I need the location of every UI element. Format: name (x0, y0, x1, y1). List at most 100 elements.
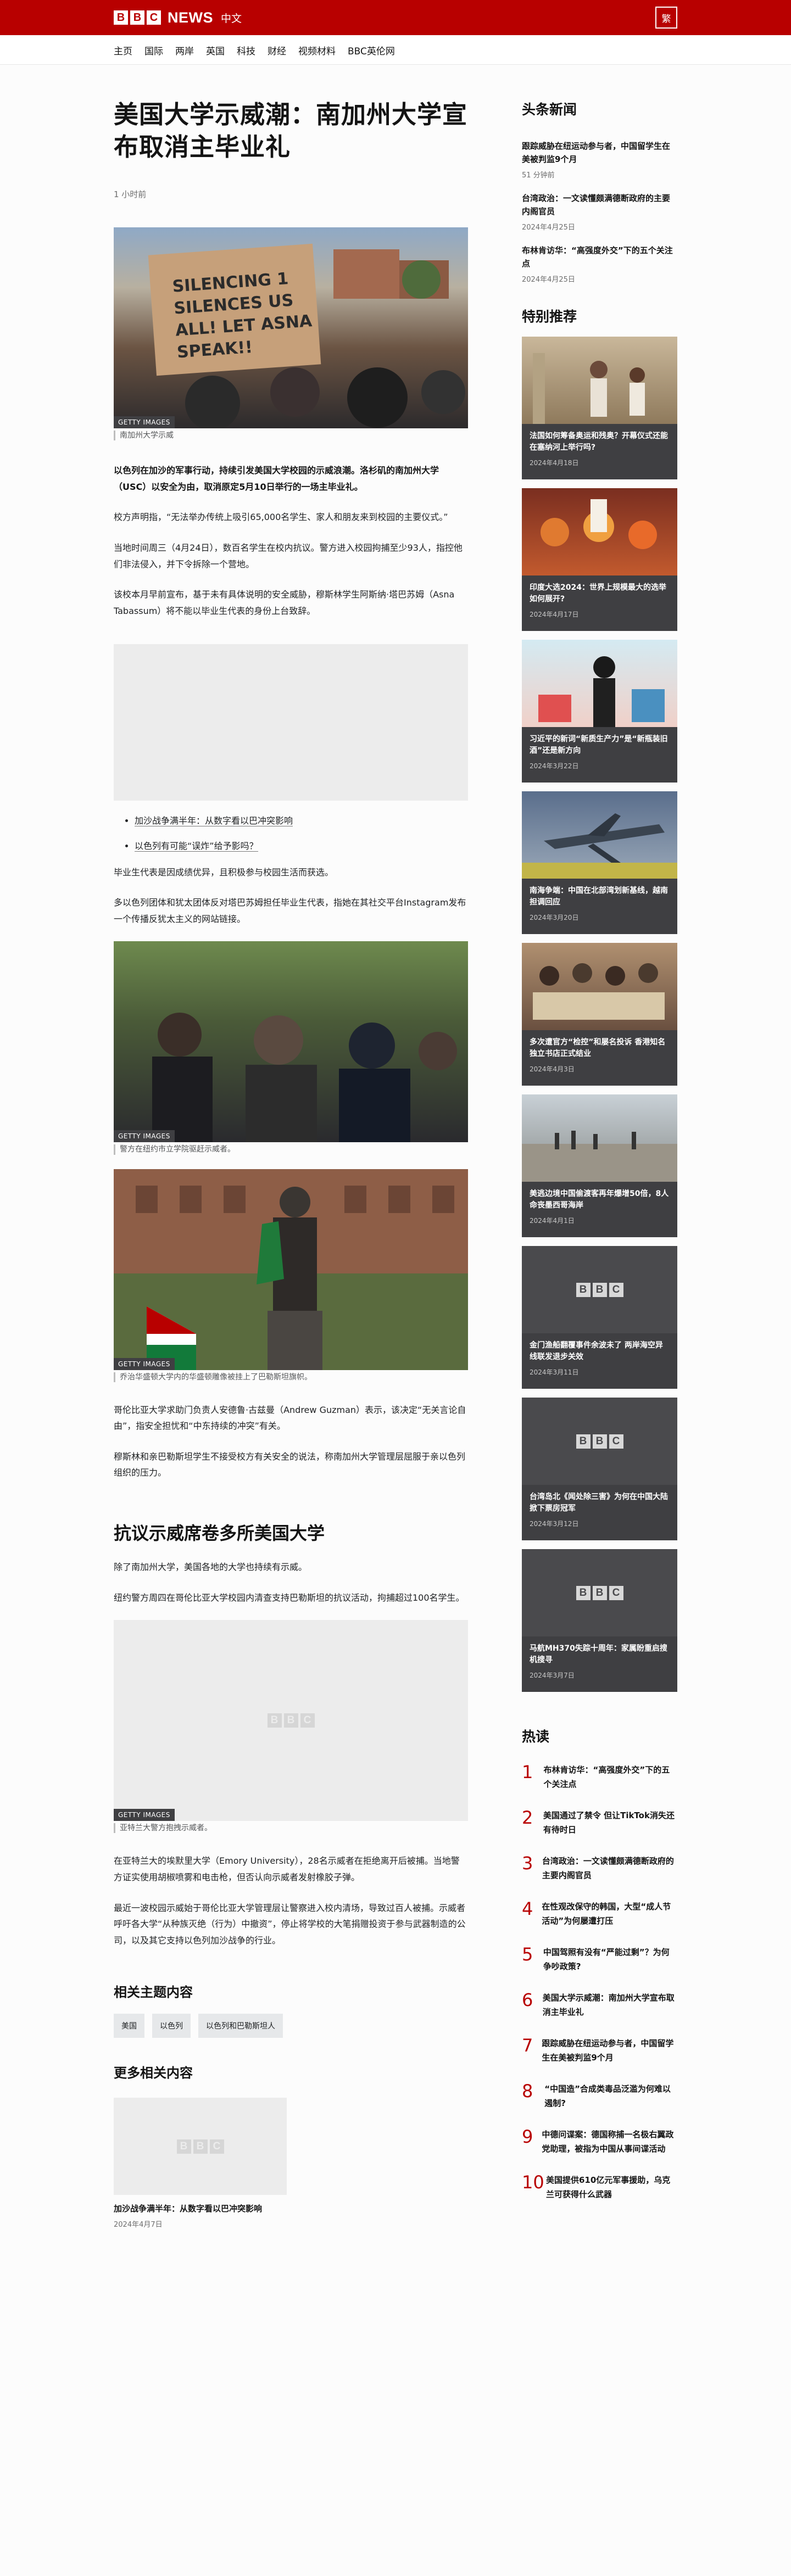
related-link-item[interactable]: 加沙战争满半年：从数字看以巴冲突影响 (135, 814, 468, 828)
nav-item-tech[interactable]: 科技 (237, 43, 255, 57)
feature-date: 2024年3月7日 (530, 1672, 575, 1679)
most-read-title[interactable]: 中德问谍案：德国称捕一名极右翼政党助理，被指为中国从事间谍活动 (542, 2128, 677, 2156)
most-read-title[interactable]: 中国驾照有没有“严能过剩”？为何争吵政策? (543, 1946, 677, 1974)
feature-title[interactable]: 多次遭官方“检控”和屡名投诉 香港知名独立书店正式结业 (530, 1037, 670, 1060)
feature-title[interactable]: 南海争端：中国在北部湾划新基线，越南担调回应 (530, 885, 670, 908)
more-content-card[interactable]: BBC 加沙战争满半年：从数字看以巴冲突影响 2024年4月7日 (114, 2098, 287, 2229)
bbc-news-logo[interactable]: B B C NEWS 中文 (114, 9, 242, 26)
image-caption: 亚特兰大警方抱拽示威者。 (114, 1823, 468, 1834)
logo-news-text: NEWS (168, 9, 213, 26)
article-image-3: GETTY IMAGES 乔治华盛顿大学内的华盛顿雕像被挂上了巴勒斯坦旗帜。 (114, 1169, 468, 1382)
most-read-title[interactable]: 在性观改保守的韩国，大型“成人节活动”为何屡遭打压 (542, 1900, 677, 1928)
most-read-item[interactable]: 9 中德问谍案：德国称捕一名极右翼政党助理，被指为中国从事间谍活动 (522, 2128, 677, 2156)
most-read-item[interactable]: 8 “中国造”合成类毒品泛滥为何难以遏制? (522, 2082, 677, 2110)
logo-language-text: 中文 (221, 12, 242, 25)
most-read-title[interactable]: 美国提供610亿元军事援助，乌克兰可获得什么武器 (546, 2173, 677, 2201)
article-image-2: GETTY IMAGES 警方在纽约市立学院驱赶示威者。 (114, 941, 468, 1155)
features-list: 法国如何筹备奥运和残奥？开幕仪式还能在塞纳河上举行吗? 2024年4月18日 印… (522, 337, 677, 1692)
topic-tag[interactable]: 美国 (114, 2014, 144, 2038)
top-story-item[interactable]: 布林肯访华：“高强度外交”下的五个关注点 2024年4月25日 (522, 244, 677, 284)
most-read-item[interactable]: 4 在性观改保守的韩国，大型“成人节活动”为何屡遭打压 (522, 1900, 677, 1928)
feature-title[interactable]: 金门渔船翻覆事件余波未了 两岸海空异线联发退步关效 (530, 1340, 670, 1363)
nav-item-uk[interactable]: 英国 (206, 43, 225, 57)
feature-card[interactable]: 美逃边境中国偷渡客再年爆增50倍，8人命丧墨西哥海岸 2024年4月1日 (522, 1094, 677, 1237)
most-read-item[interactable]: 10 美国提供610亿元军事援助，乌克兰可获得什么武器 (522, 2173, 677, 2201)
most-read-item[interactable]: 7 跟踪威胁在纽运动参与者，中国留学生在美被判监9个月 (522, 2037, 677, 2065)
most-read-item[interactable]: 6 美国大学示威潮：南加州大学宣布取消主毕业礼 (522, 1991, 677, 2019)
card-date: 2024年4月7日 (114, 2220, 163, 2229)
most-read-title[interactable]: 台湾政治：一文读懂颇满德断政府的主要内阁官员 (542, 1854, 677, 1882)
traditional-chinese-toggle-button[interactable]: 繁 (655, 7, 677, 29)
topic-tag[interactable]: 以色列 (152, 2014, 191, 2038)
nav-item-world[interactable]: 国际 (144, 43, 163, 57)
feature-title[interactable]: 法国如何筹备奥运和残奥？开幕仪式还能在塞纳河上举行吗? (530, 431, 670, 454)
top-story-date: 2024年4月25日 (522, 223, 575, 232)
most-read-item[interactable]: 3 台湾政治：一文读懂颇满德断政府的主要内阁官员 (522, 1854, 677, 1882)
feature-title[interactable]: 马航MH370失踪十周年：家属盼重启搜机搜寻 (530, 1643, 670, 1666)
most-read-item[interactable]: 2 美国通过了禁令 但让TikTok消失还有待时日 (522, 1809, 677, 1837)
feature-image (522, 337, 677, 424)
nav-item-cross-strait[interactable]: 两岸 (175, 43, 194, 57)
top-story-title[interactable]: 跟踪威胁在纽运动参与者，中国留学生在美被判监9个月 (522, 139, 677, 166)
feature-title[interactable]: 印度大选2024：世界上规模最大的选举如何展开? (530, 582, 670, 605)
police-photo (152, 1013, 457, 1143)
article-paragraph: 最近一波校园示威始于哥伦比亚大学管理层让警察进入校内清场，导致过百人被捕。示威者… (114, 1902, 466, 1946)
feature-card[interactable]: BBC 马航MH370失踪十周年：家属盼重启搜机搜寻 2024年3月7日 (522, 1549, 677, 1692)
feature-title[interactable]: 台湾岛北《闻处除三害》为何在中国大陆掀下票房冠军 (530, 1491, 670, 1515)
nav-item-video[interactable]: 视频材料 (298, 43, 336, 57)
top-story-title[interactable]: 台湾政治：一文读懂颇满德断政府的主要内阁官员 (522, 192, 677, 218)
rank-number: 7 (522, 2035, 533, 2056)
feature-card[interactable]: 多次遭官方“检控”和屡名投诉 香港知名独立书店正式结业 2024年4月3日 (522, 943, 677, 1086)
most-read-item[interactable]: 1 布林肯访华：“高强度外交”下的五个关注点 (522, 1763, 677, 1791)
most-read-title[interactable]: 跟踪威胁在纽运动参与者，中国留学生在美被判监9个月 (542, 2037, 677, 2065)
related-link-text[interactable]: 以色列有可能“误炸”给予影吗？ (135, 840, 258, 852)
most-read-title[interactable]: 美国通过了禁令 但让TikTok消失还有待时日 (543, 1809, 677, 1837)
nav-item-bbc-uk[interactable]: BBC英伦网 (348, 43, 395, 57)
related-link-item[interactable]: 以色列有可能“误炸”给予影吗？ (135, 839, 468, 853)
image-credit: GETTY IMAGES (114, 1130, 175, 1143)
image-caption: 警方在纽约市立学院驱赶示威者。 (114, 1144, 468, 1155)
image-credit: GETTY IMAGES (114, 1357, 175, 1370)
article: 美国大学示威潮：南加州大学宣布取消主毕业礼 1 小时前 SILENCING 1 … (114, 87, 468, 2229)
topic-tag[interactable]: 以色列和巴勒斯坦人 (198, 2014, 283, 2038)
feature-date: 2024年3月20日 (530, 914, 579, 921)
topic-tags: 美国 以色列 以色列和巴勒斯坦人 (114, 2014, 468, 2038)
top-story-item[interactable]: 跟踪威胁在纽运动参与者，中国留学生在美被判监9个月 51 分钟前 (522, 139, 677, 180)
feature-card[interactable]: BBC 金门渔船翻覆事件余波未了 两岸海空异线联发退步关效 2024年3月11日 (522, 1246, 677, 1389)
feature-card[interactable]: 法国如何筹备奥运和残奥？开幕仪式还能在塞纳河上举行吗? 2024年4月18日 (522, 337, 677, 479)
statue-photo (114, 1169, 468, 1370)
feature-title[interactable]: 习近平的新词“新质生产力”是“新瓶装旧酒”还是新方向 (530, 734, 670, 757)
card-title[interactable]: 加沙战争满半年：从数字看以巴冲突影响 (114, 2203, 287, 2215)
feature-image (522, 488, 677, 575)
feature-date: 2024年4月3日 (530, 1065, 575, 1073)
most-read-title[interactable]: “中国造”合成类毒品泛滥为何难以遏制? (544, 2082, 677, 2110)
logo-letter-b: B (130, 10, 144, 25)
feature-card[interactable]: 印度大选2024：世界上规模最大的选举如何展开? 2024年4月17日 (522, 488, 677, 631)
feature-title[interactable]: 美逃边境中国偷渡客再年爆增50倍，8人命丧墨西哥海岸 (530, 1188, 670, 1211)
top-story-item[interactable]: 台湾政治：一文读懂颇满德断政府的主要内阁官员 2024年4月25日 (522, 192, 677, 232)
bbc-placeholder-logo: BBC (576, 1282, 623, 1297)
feature-image (522, 640, 677, 727)
related-topics-heading: 相关主题内容 (114, 1985, 193, 2001)
nav-item-business[interactable]: 财经 (268, 43, 286, 57)
most-read-title[interactable]: 美国大学示威潮：南加州大学宣布取消主毕业礼 (543, 1991, 677, 2019)
article-paragraph: 哥伦比亚大学求助门负责人安德鲁·古兹曼（Andrew Guzman）表示，该决定… (114, 1404, 466, 1432)
more-content-heading: 更多相关内容 (114, 2065, 193, 2081)
feature-date: 2024年3月11日 (530, 1368, 579, 1376)
rank-number: 8 (522, 2081, 533, 2102)
top-story-title[interactable]: 布林肯访华：“高强度外交”下的五个关注点 (522, 244, 677, 270)
rank-number: 10 (522, 2172, 544, 2193)
article-paragraph: 毕业生代表是因成绩优异，且积极参与校园生活而获选。 (114, 867, 334, 878)
rank-number: 3 (522, 1853, 533, 1874)
image-credit: GETTY IMAGES (114, 416, 175, 428)
feature-card[interactable]: BBC 台湾岛北《闻处除三害》为何在中国大陆掀下票房冠军 2024年3月12日 (522, 1398, 677, 1540)
feature-card[interactable]: 南海争端：中国在北部湾划新基线，越南担调回应 2024年3月20日 (522, 791, 677, 934)
most-read-title[interactable]: 布林肯访华：“高强度外交”下的五个关注点 (544, 1763, 677, 1791)
article-paragraph: 穆斯林和亲巴勒斯坦学生不接受校方有关安全的说法，称南加州大学管理层屈服于亲以色列… (114, 1451, 466, 1478)
embedded-media-placeholder (114, 644, 468, 801)
nav-item-home[interactable]: 主页 (114, 43, 132, 57)
feature-image (522, 943, 677, 1030)
related-link-text[interactable]: 加沙战争满半年：从数字看以巴冲突影响 (135, 815, 293, 827)
feature-card[interactable]: 习近平的新词“新质生产力”是“新瓶装旧酒”还是新方向 2024年3月22日 (522, 640, 677, 783)
most-read-item[interactable]: 5 中国驾照有没有“严能过剩”？为何争吵政策? (522, 1946, 677, 1974)
